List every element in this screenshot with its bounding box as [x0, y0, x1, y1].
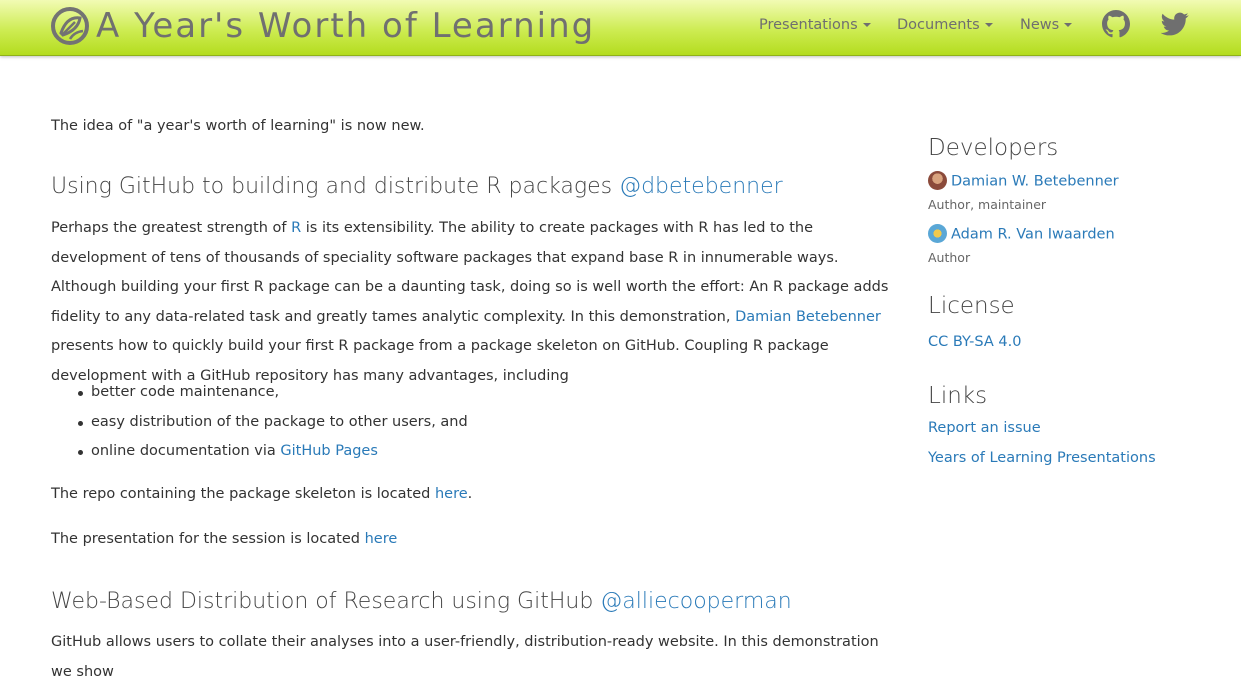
handle-link-dbetebenner[interactable]: @dbetebenner [619, 174, 783, 199]
avatar [928, 171, 947, 190]
list-item-text: better code maintenance, [91, 384, 280, 400]
developers-heading: Developers [928, 135, 1059, 161]
nav-presentations-label: Presentations [759, 17, 858, 33]
avatar [928, 224, 947, 243]
developer-name: Adam R. Van Iwaarden [951, 226, 1115, 243]
list-item: online documentation via GitHub Pages [78, 437, 468, 467]
navbar: A Year's Worth of Learning Presentations… [0, 0, 1241, 56]
caret-down-icon [862, 23, 871, 27]
report-issue-link[interactable]: Report an issue [928, 420, 1041, 436]
nav-presentations[interactable]: Presentations [759, 17, 871, 33]
nav-documents-label: Documents [897, 17, 980, 33]
developer-link-damian[interactable]: Damian W. Betebenner [928, 171, 1119, 191]
advantages-list: better code maintenance, easy distributi… [51, 378, 468, 467]
intro-text: The idea of "a year's worth of learning"… [51, 118, 425, 134]
developer-link-adam[interactable]: Adam R. Van Iwaarden [928, 224, 1115, 244]
link-presentation-here[interactable]: here [365, 531, 398, 547]
caret-down-icon [984, 23, 993, 27]
section-heading-r-packages: Using GitHub to building and distribute … [51, 172, 783, 202]
section-heading-text: Web-Based Distribution of Research using… [51, 589, 601, 614]
developer-role: Author, maintainer [928, 197, 1047, 212]
presentations-link[interactable]: Years of Learning Presentations [928, 450, 1156, 466]
text-span: presents how to quickly build your first… [51, 338, 829, 384]
text-span: . [467, 486, 473, 502]
brand[interactable]: A Year's Worth of Learning [50, 4, 595, 48]
license-heading: License [928, 293, 1015, 319]
link-r[interactable]: R [291, 220, 301, 236]
license-link[interactable]: CC BY-SA 4.0 [928, 334, 1021, 350]
section-paragraph: Perhaps the greatest strength of R is it… [51, 214, 901, 391]
developer-role: Author [928, 250, 971, 265]
text-span: The presentation for the session is loca… [51, 531, 365, 547]
list-item: easy distribution of the package to othe… [78, 408, 468, 438]
section-heading-text: Using GitHub to building and distribute … [51, 174, 620, 199]
nav-news[interactable]: News [1020, 17, 1073, 33]
list-item-text: online documentation via [91, 443, 281, 459]
site-title: A Year's Worth of Learning [96, 6, 596, 46]
list-item-text: easy distribution of the package to othe… [91, 413, 468, 430]
brand-logo-icon [51, 7, 89, 45]
nav-documents[interactable]: Documents [897, 17, 993, 33]
repo-paragraph: The repo containing the package skeleton… [51, 480, 901, 510]
github-icon[interactable] [1102, 10, 1130, 38]
text-span: Perhaps the greatest strength of [51, 220, 292, 236]
text-span: The repo containing the package skeleton… [51, 486, 435, 502]
link-github-pages[interactable]: GitHub Pages [280, 443, 378, 459]
twitter-icon[interactable] [1161, 10, 1189, 38]
developer-name: Damian W. Betebenner [951, 173, 1119, 190]
list-item: better code maintenance, [78, 378, 468, 408]
link-repo-here[interactable]: here [435, 486, 468, 502]
section-paragraph: GitHub allows users to collate their ana… [51, 634, 879, 680]
link-damian-betebenner[interactable]: Damian Betebenner [735, 309, 881, 325]
links-heading: Links [928, 383, 988, 409]
handle-link-alliecooperman[interactable]: @alliecooperman [600, 589, 791, 614]
section-heading-web-distribution: Web-Based Distribution of Research using… [51, 587, 792, 617]
presentation-paragraph: The presentation for the session is loca… [51, 525, 901, 555]
nav-news-label: News [1020, 17, 1060, 33]
caret-down-icon [1064, 23, 1073, 27]
